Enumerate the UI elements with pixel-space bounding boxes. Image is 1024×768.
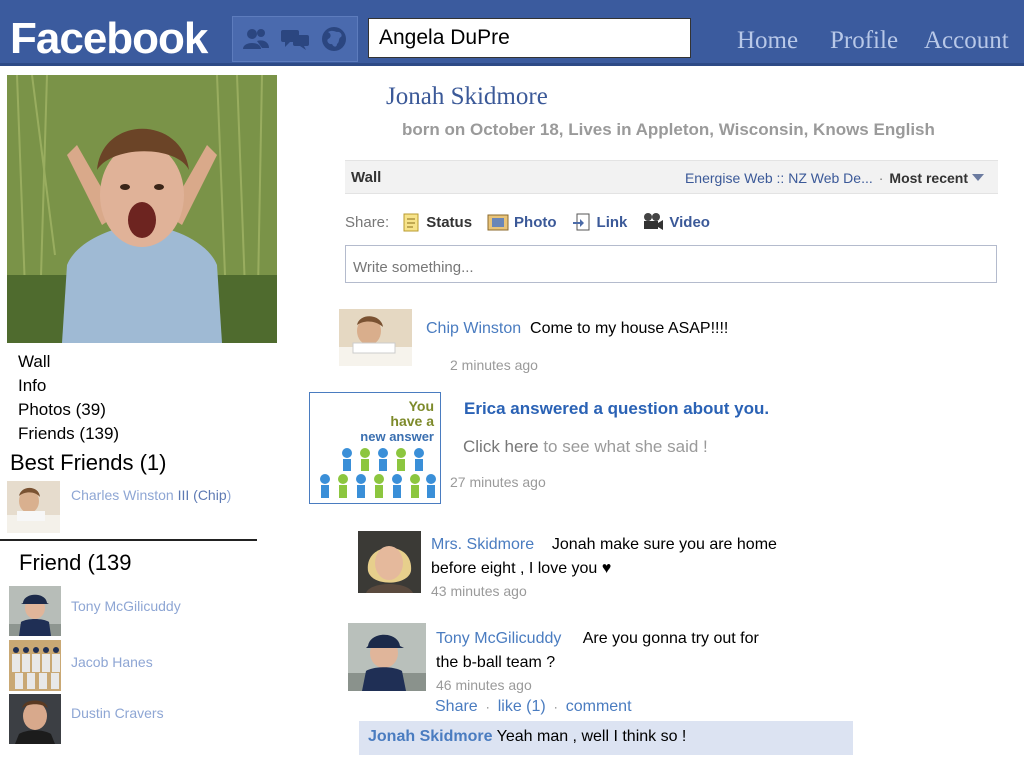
profile-photo[interactable] [7,75,277,343]
like-action[interactable]: like (1) [498,698,546,716]
video-camera-icon [644,213,664,230]
sort-dropdown[interactable]: Most recent [889,170,984,186]
post-avatar-mrs-skidmore[interactable] [358,531,421,593]
status-input[interactable]: Write something... [345,245,997,283]
click-here-link[interactable]: Click here [463,437,539,456]
share-video-label: Video [669,213,710,231]
sort-label: Most recent [889,170,968,186]
facebook-logo[interactable]: Facebook [10,14,208,64]
share-photo-button[interactable]: Photo [487,212,557,232]
share-toolbar: Share: Status Photo Link Video [345,209,725,235]
post-body-mrs-skidmore: Mrs. Skidmore Jonah make sure you are ho… [431,533,777,581]
notification-jewels [232,16,358,62]
post-text-chip: Come to my house ASAP!!!! [530,320,729,337]
friend-avatar-dustin[interactable] [9,694,61,744]
nav-home-link[interactable]: Home [737,26,798,56]
best-friend-avatar[interactable] [7,481,60,533]
share-status-label: Status [426,213,473,231]
post-text-tony-line2: the b-ball team ? [436,654,556,671]
profile-nav-info[interactable]: Info [18,374,119,398]
profile-nav-friends[interactable]: Friends (139) [18,422,119,446]
erica-notification-title[interactable]: Erica answered a question about you. [464,399,769,419]
post-author-chip[interactable]: Chip Winston [426,320,521,337]
profile-nav-links: Wall Info Photos (39) Friends (139) [18,350,119,446]
new-answer-image[interactable]: You have a new answer [309,392,441,504]
separator-dot: · [878,170,884,186]
share-link-button[interactable]: Link [572,212,628,232]
top-bar: Facebook Angela DuPre Home Profile Accou… [0,0,1024,66]
best-friend-name[interactable]: Charles Winston III (Chip) [71,487,231,503]
messages-icon[interactable] [280,24,310,54]
wall-filter: Energise Web :: NZ Web De... · Most rece… [685,170,984,186]
post-body-chip: Chip Winston Come to my house ASAP!!!! [426,317,728,341]
image-text-have-a: have a [390,413,434,429]
share-label: Share: [345,213,390,231]
friend-name-tony[interactable]: Tony McGilicuddy [71,598,181,614]
comment-action[interactable]: comment [566,698,632,716]
share-photo-label: Photo [514,213,557,231]
nav-profile-link[interactable]: Profile [830,26,898,56]
erica-notification-subtext: Click here to see what she said ! [463,437,708,457]
comment-row: Jonah Skidmore Yeah man , well I think s… [359,721,853,755]
friend-avatar-jacob[interactable] [9,640,61,691]
post-avatar-tony[interactable] [348,623,426,691]
post-time-erica[interactable]: 27 minutes ago [450,474,546,490]
separator-dot: · [553,700,558,714]
share-video-button[interactable]: Video [642,212,710,232]
profile-name[interactable]: Jonah Skidmore [386,82,548,112]
profile-info: born on October 18, Lives in Appleton, W… [402,120,935,139]
comment-text: Yeah man , well I think so ! [492,728,687,745]
friends-title: Friend (139 [19,550,132,575]
friend-name-jacob[interactable]: Jacob Hanes [71,654,153,670]
friend-requests-icon[interactable] [241,24,271,54]
post-time-chip[interactable]: 2 minutes ago [450,357,538,373]
link-icon [572,213,590,231]
post-time-tony[interactable]: 46 minutes ago [436,677,532,693]
profile-nav-photos[interactable]: Photos (39) [18,398,119,422]
share-link-label: Link [596,213,628,231]
wall-source-link[interactable]: Energise Web :: NZ Web De... [685,170,873,186]
post-text-mrs-skidmore-line2: before eight , I love you ♥ [431,560,612,577]
post-body-tony: Tony McGilicuddy Are you gonna try out f… [436,627,759,675]
comment-author[interactable]: Jonah Skidmore [368,728,492,745]
wall-header: Wall Energise Web :: NZ Web De... · Most… [345,160,998,194]
separator-dot: · [485,700,490,714]
post-time-mrs-skidmore[interactable]: 43 minutes ago [431,583,527,599]
share-action[interactable]: Share [435,698,478,716]
nav-account-link[interactable]: Account [924,26,1009,56]
profile-nav-wall[interactable]: Wall [18,350,119,374]
image-text-you: You [409,398,434,414]
post-actions-tony: Share · like (1) · comment [435,698,632,716]
post-author-tony[interactable]: Tony McGilicuddy [436,630,561,647]
section-divider [0,539,257,541]
notifications-globe-icon[interactable] [319,24,349,54]
chevron-down-icon [972,174,984,181]
best-friends-title: Best Friends (1) [10,450,167,475]
share-status-button[interactable]: Status [401,212,472,232]
search-input[interactable]: Angela DuPre [368,18,691,58]
friend-avatar-tony[interactable] [9,586,61,636]
post-text-mrs-skidmore-line1: Jonah make sure you are home [551,536,777,553]
wall-label: Wall [351,169,382,186]
status-icon [403,213,419,232]
post-author-mrs-skidmore[interactable]: Mrs. Skidmore [431,536,534,553]
photo-icon [487,214,509,231]
friend-name-dustin[interactable]: Dustin Cravers [71,705,164,721]
image-text-new-answer: new answer [360,429,434,444]
post-avatar-chip[interactable] [339,309,412,366]
post-text-tony-line1: Are you gonna try out for [582,630,759,647]
click-here-suffix: to see what she said ! [538,437,708,456]
